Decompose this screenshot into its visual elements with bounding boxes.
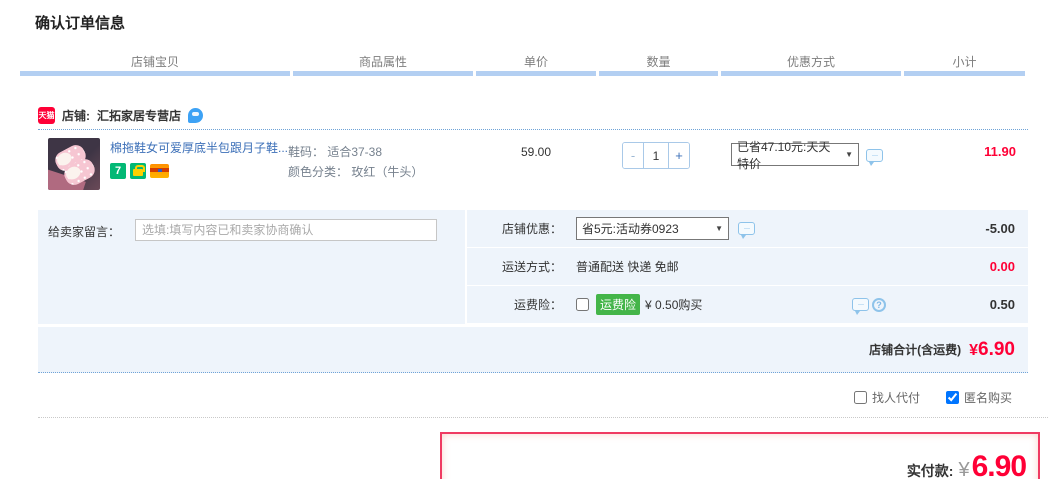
shipping-insurance-row: 运费险： 运费险 ¥ 0.50购买 ··· ? 0.50 [467,286,1028,323]
shop-discount-label: 店铺优惠： [501,222,562,236]
insurance-price-text: ¥ 0.50购买 [645,298,703,312]
shipping-fee-value: 0.00 [989,259,1015,274]
shipping-label: 运送方式： [501,260,562,274]
shop-total-amount: ¥6.90 [969,339,1015,361]
order-confirm-page: 确认订单信息 店铺宝贝 商品属性 单价 数量 优惠方式 小计 天猫 店铺: 汇拓… [0,0,1048,479]
header-underline-segment [476,71,596,76]
coupon-select[interactable]: 省5元:活动券0923 ▼ [576,217,729,240]
section-divider [38,417,1048,418]
payment-label: 实付款: [906,463,954,479]
payment-currency-symbol: ¥ [958,459,970,479]
anonymous-buy-option[interactable]: 匿名购买 [945,389,1012,406]
product-image[interactable] [48,138,100,190]
seller-message-label: 给卖家留言： [48,225,121,239]
caret-down-icon: ▼ [845,150,853,159]
col-header-qty: 数量 [646,55,671,69]
pay-for-me-option[interactable]: 找人代付 [853,389,920,406]
insurance-label: 运费险： [513,298,562,312]
insurance-checkbox[interactable] [576,298,589,311]
seller-message-input[interactable] [135,219,437,241]
payment-summary-box: 实付款: ¥ 6.90 [440,432,1040,479]
promo-chat-icon[interactable]: ··· [866,149,883,166]
attr-color: 颜色分类： 玫红（牛头） [288,165,424,179]
shop-label: 店铺: [62,109,90,123]
col-header-attrs: 商品属性 [358,55,407,69]
promo-select[interactable]: 已省47.10元:天天特价 ▼ [731,140,859,171]
currency-symbol: ¥ [969,341,979,359]
header-underline-segment [293,71,473,76]
anonymous-buy-checkbox[interactable] [945,391,959,404]
product-attributes: 鞋码： 适合37-38 颜色分类： 玫红（牛头） [288,142,423,182]
unit-price: 59.00 [520,145,552,159]
quantity-stepper: - + [622,142,690,169]
col-header-item: 店铺宝贝 [130,55,179,69]
attr-size: 鞋码： 适合37-38 [288,145,383,159]
discount-chat-icon[interactable]: ··· [738,222,755,239]
seven-day-return-icon: 7 [110,163,126,179]
slipper-toe-shape [63,164,83,182]
item-subtotal: 11.90 [984,144,1016,159]
credit-card-icon [150,164,169,178]
shop-discount-row: 店铺优惠： 省5元:活动券0923 ▼ ··· -5.00 [467,210,1028,247]
table-header-row: 店铺宝贝 商品属性 单价 数量 优惠方式 小计 [20,53,1028,70]
payment-amount: 6.90 [971,450,1027,479]
shop-total-row: 店铺合计(含运费) ¥6.90 [38,327,1028,373]
insurance-badge: 运费险 [596,294,641,315]
tmall-icon: 天猫 [38,107,55,124]
help-icon[interactable]: ? [872,297,886,312]
insurance-value: 0.50 [989,297,1015,312]
seller-message-panel: 给卖家留言： [38,210,465,324]
product-title-link[interactable]: 棉拖鞋女可爱厚底半包跟月子鞋... [110,141,288,156]
order-options: 找人代付 匿名购买 [853,389,1012,406]
shop-total-label: 店铺合计(含运费) [869,343,962,357]
discount-value: -5.00 [985,221,1015,236]
shipping-method-row: 运送方式： 普通配送 快递 免邮 0.00 [467,248,1028,285]
insurance-chat-icon[interactable]: ··· [852,298,869,315]
service-icons: 7 [110,163,169,179]
insurance-icons: ··· ? [843,297,886,315]
header-underline-segment [721,71,901,76]
promo-selected-value: 已省47.10元:天天特价 [737,139,831,171]
pay-for-me-checkbox[interactable] [853,391,867,404]
pay-for-me-label: 找人代付 [871,391,920,405]
shop-row: 天猫 店铺: 汇拓家居专营店 [38,102,1028,130]
quantity-minus-button[interactable]: - [623,143,643,168]
header-underline-segment [599,71,718,76]
fee-rows: 店铺优惠： 省5元:活动券0923 ▼ ··· -5.00 运送方式： 普通配送… [467,210,1028,324]
header-underline [20,71,1028,76]
caret-down-icon: ▼ [715,224,723,233]
quantity-plus-button[interactable]: + [669,143,689,168]
anonymous-buy-label: 匿名购买 [963,391,1012,405]
consumer-protection-bag-icon [130,163,146,179]
quantity-input[interactable] [643,143,669,168]
shipping-method-text: 普通配送 快递 免邮 [576,260,679,274]
col-header-discount: 优惠方式 [786,55,835,69]
header-underline-segment [20,71,290,76]
col-header-subtotal: 小计 [952,55,977,69]
wangwang-chat-icon[interactable] [188,108,204,123]
coupon-selected-value: 省5元:活动券0923 [582,222,679,236]
page-title: 确认订单信息 [35,15,126,32]
shop-name-link[interactable]: 汇拓家居专营店 [97,107,181,124]
header-underline-segment [904,71,1025,76]
shop-total-number: 6.90 [978,338,1015,360]
col-header-price: 单价 [523,55,548,69]
